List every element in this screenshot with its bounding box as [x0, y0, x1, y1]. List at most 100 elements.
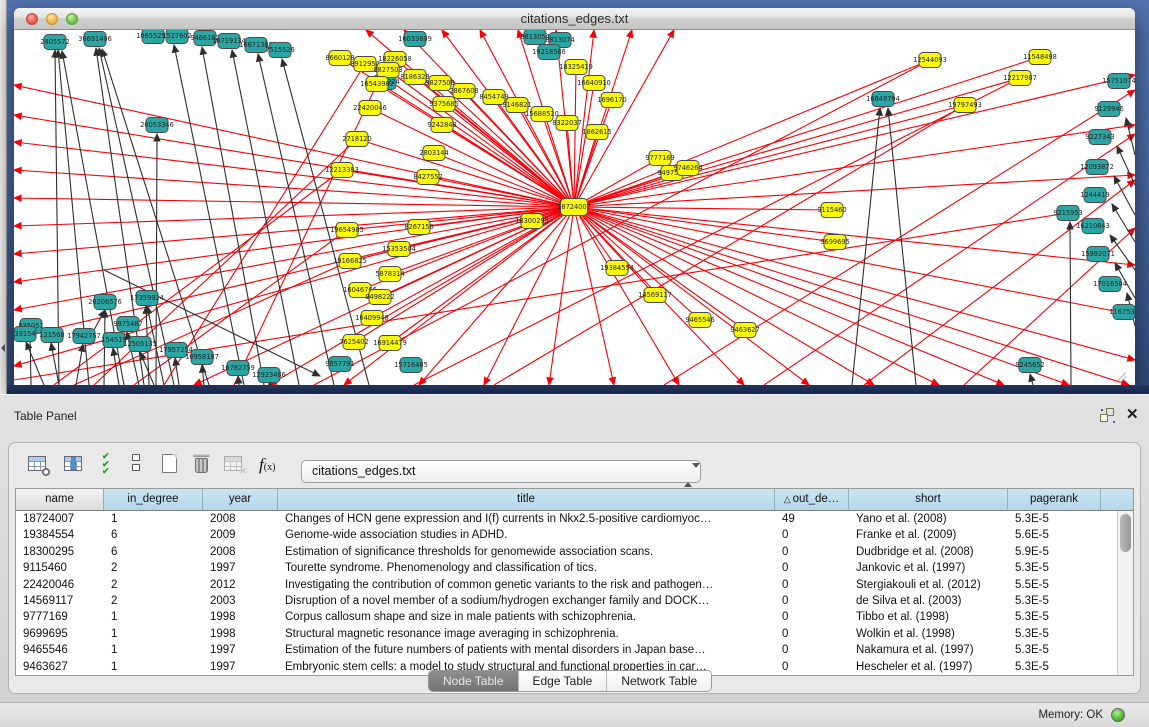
table-cell[interactable]: 18724007 [16, 511, 104, 527]
table-cell[interactable]: 9699695 [16, 626, 104, 642]
function-builder-icon[interactable]: f(x) [257, 451, 283, 477]
table-cell[interactable]: 0 [775, 609, 849, 625]
table-cell[interactable]: 1 [104, 659, 203, 675]
column-select-icon[interactable]: ✔✔✔ [97, 451, 123, 477]
delete-column-icon[interactable] [189, 451, 215, 477]
table-cell[interactable]: 6 [104, 527, 203, 543]
table-cell[interactable]: 5.3E-5 [1008, 511, 1101, 527]
table-cell[interactable]: 2 [104, 560, 203, 576]
column-header-name[interactable]: name [16, 489, 104, 511]
table-cell[interactable]: 19384554 [16, 527, 104, 543]
table-cell[interactable]: 2008 [203, 511, 278, 527]
table-cell[interactable]: 5.5E-5 [1008, 577, 1101, 593]
table-cell[interactable]: Structural magnetic resonance image aver… [278, 626, 775, 642]
table-cell[interactable]: 5.6E-5 [1008, 527, 1101, 543]
float-panel-icon[interactable] [1100, 408, 1116, 424]
table-cell[interactable]: 5.3E-5 [1008, 609, 1101, 625]
table-cell[interactable]: Yano et al. (2008) [849, 511, 1008, 527]
table-row[interactable]: 1830029562008Estimation of significance … [16, 544, 1118, 560]
table-cell[interactable]: 1998 [203, 626, 278, 642]
table-cell[interactable]: 2012 [203, 577, 278, 593]
table-cell[interactable]: 1 [104, 626, 203, 642]
table-cell[interactable]: 1 [104, 511, 203, 527]
delete-table-icon[interactable]: ✕ [221, 451, 247, 477]
close-panel-icon[interactable]: ✕ [1126, 405, 1139, 423]
table-row[interactable]: 911546021997Tourette syndrome. Phenomeno… [16, 560, 1118, 576]
table-row[interactable]: 969969511998Structural magnetic resonanc… [16, 626, 1118, 642]
table-cell[interactable]: 0 [775, 642, 849, 658]
table-cell[interactable]: Stergiakouli et al. (2012) [849, 577, 1008, 593]
table-row[interactable]: 1872400712008Changes of HCN gene express… [16, 511, 1118, 527]
panel-collapse-arrow-icon[interactable] [1, 344, 5, 352]
table-row[interactable]: 946554611997Estimation of the future num… [16, 642, 1118, 658]
window-titlebar[interactable]: citations_edges.txt [14, 8, 1135, 30]
table-cell[interactable]: de Silva et al. (2003) [849, 593, 1008, 609]
table-cell[interactable]: Changes of HCN gene expression and I(f) … [278, 511, 775, 527]
table-cell[interactable]: Tourette syndrome. Phenomenology and cla… [278, 560, 775, 576]
table-cell[interactable]: 5.3E-5 [1008, 593, 1101, 609]
table-cell[interactable]: 14569117 [16, 593, 104, 609]
table-cell[interactable]: Estimation of the future numbers of pati… [278, 642, 775, 658]
table-cell[interactable]: 2003 [203, 593, 278, 609]
table-cell[interactable]: 6 [104, 544, 203, 560]
table-cell[interactable]: 5.3E-5 [1008, 560, 1101, 576]
table-cell[interactable]: 9463627 [16, 659, 104, 675]
table-cell[interactable]: Wolkin et al. (1998) [849, 626, 1008, 642]
table-settings-icon[interactable] [25, 451, 51, 477]
table-cell[interactable]: 49 [775, 511, 849, 527]
table-cell[interactable]: Dudbridge et al. (2008) [849, 544, 1008, 560]
vertical-scrollbar[interactable] [1117, 511, 1133, 675]
column-header-title[interactable]: title [278, 489, 775, 511]
tab-node-table[interactable]: Node Table [429, 671, 519, 691]
row-mode-icon[interactable] [123, 451, 149, 477]
table-cell[interactable]: Hescheler et al. (1997) [849, 659, 1008, 675]
table-cell[interactable]: Estimation of significance thresholds fo… [278, 544, 775, 560]
table-cell[interactable]: 1998 [203, 609, 278, 625]
table-cell[interactable]: 9465546 [16, 642, 104, 658]
tab-edge-table[interactable]: Edge Table [519, 671, 608, 691]
column-visibility-icon[interactable] [61, 451, 87, 477]
network-canvas[interactable]: 2405572306914061065525715276029466162107… [14, 30, 1135, 385]
table-cell[interactable]: Nakamura et al. (1997) [849, 642, 1008, 658]
table-cell[interactable]: 0 [775, 593, 849, 609]
window-resize-grip[interactable] [1114, 370, 1128, 384]
table-selector-dropdown[interactable]: citations_edges.txt [301, 460, 701, 483]
table-cell[interactable]: 22420046 [16, 577, 104, 593]
table-cell[interactable]: 1997 [203, 659, 278, 675]
table-row[interactable]: 2242004622012Investigating the contribut… [16, 577, 1118, 593]
table-cell[interactable]: 1 [104, 609, 203, 625]
new-column-icon[interactable] [157, 451, 183, 477]
table-cell[interactable]: 9115460 [16, 560, 104, 576]
table-cell[interactable]: 2009 [203, 527, 278, 543]
table-cell[interactable]: Disruption of a novel member of a sodium… [278, 593, 775, 609]
table-cell[interactable]: 0 [775, 560, 849, 576]
table-cell[interactable]: 0 [775, 626, 849, 642]
table-cell[interactable]: Corpus callosum shape and size in male p… [278, 609, 775, 625]
table-cell[interactable]: 1 [104, 642, 203, 658]
table-cell[interactable]: Investigating the contribution of common… [278, 577, 775, 593]
table-row[interactable]: 1938455462009Genome-wide association stu… [16, 527, 1118, 543]
table-cell[interactable]: Tibbo et al. (1998) [849, 609, 1008, 625]
column-header-short[interactable]: short [849, 489, 1008, 511]
table-cell[interactable]: 0 [775, 544, 849, 560]
scrollbar-thumb[interactable] [1120, 514, 1131, 552]
column-header-pagerank[interactable]: pagerank [1008, 489, 1101, 511]
table-cell[interactable]: 5.3E-5 [1008, 642, 1101, 658]
column-header-in_degree[interactable]: in_degree [104, 489, 203, 511]
table-row[interactable]: 1456911722003Disruption of a novel membe… [16, 593, 1118, 609]
tab-network-table[interactable]: Network Table [607, 671, 711, 691]
table-cell[interactable]: 9777169 [16, 609, 104, 625]
table-cell[interactable]: Franke et al. (2009) [849, 527, 1008, 543]
table-cell[interactable]: 5.3E-5 [1008, 626, 1101, 642]
table-cell[interactable]: 0 [775, 527, 849, 543]
column-header-out_de[interactable]: △out_de… [775, 489, 849, 511]
table-cell[interactable]: 5.9E-5 [1008, 544, 1101, 560]
table-cell[interactable]: 2 [104, 577, 203, 593]
table-cell[interactable]: 2 [104, 593, 203, 609]
table-cell[interactable]: 5.3E-5 [1008, 659, 1101, 675]
table-cell[interactable]: 1997 [203, 642, 278, 658]
table-cell[interactable]: 2008 [203, 544, 278, 560]
table-cell[interactable]: 18300295 [16, 544, 104, 560]
table-cell[interactable]: 0 [775, 659, 849, 675]
table-cell[interactable]: Genome-wide association studies in ADHD. [278, 527, 775, 543]
